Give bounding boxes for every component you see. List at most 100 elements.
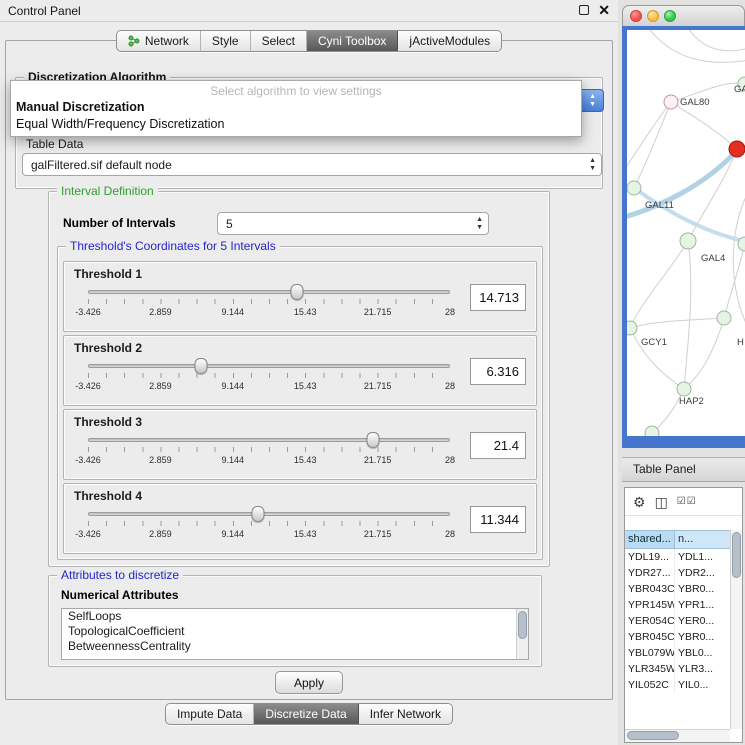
threshold-4-value[interactable]: 11.344 xyxy=(470,506,526,533)
float-icon[interactable] xyxy=(579,5,589,15)
tick-label: 21.715 xyxy=(364,455,392,465)
slider-thumb[interactable] xyxy=(252,506,265,522)
numerical-attributes-label: Numerical Attributes xyxy=(61,588,179,602)
cell[interactable]: YDR27... xyxy=(625,565,675,581)
network-window-titlebar[interactable] xyxy=(622,5,745,26)
edge[interactable] xyxy=(687,30,745,51)
node-label: H xyxy=(737,337,744,348)
tab-infer-network[interactable]: Infer Network xyxy=(359,704,452,724)
edge[interactable] xyxy=(733,190,745,330)
edge[interactable] xyxy=(630,241,688,328)
threshold-3-value[interactable]: 21.4 xyxy=(470,432,526,459)
column-header-shared-name[interactable]: shared... xyxy=(625,530,675,549)
node-gal80[interactable] xyxy=(664,95,678,109)
dropdown-option-manual[interactable]: Manual Discretization xyxy=(11,99,581,116)
network-canvas[interactable]: GAL80 GAL11 GAL4 GCY1 HAP2 GA H xyxy=(627,30,745,436)
tab-discretize-data[interactable]: Discretize Data xyxy=(254,704,358,724)
table-horizontal-scrollbar[interactable] xyxy=(625,729,730,742)
tab-cyni-toolbox[interactable]: Cyni Toolbox xyxy=(307,31,398,51)
node-hap2[interactable] xyxy=(677,382,691,396)
list-item[interactable]: SelfLoops xyxy=(62,609,528,624)
attributes-group: Attributes to discretize Numerical Attri… xyxy=(48,575,542,667)
table-panel-header[interactable]: Table Panel xyxy=(622,457,745,482)
tab-label: Style xyxy=(212,34,239,48)
select-all-icon[interactable]: ☑☑ xyxy=(677,495,697,509)
cell[interactable]: YIL052C xyxy=(625,677,675,693)
dropdown-hint: Select algorithm to view settings xyxy=(11,81,581,99)
node[interactable] xyxy=(717,311,731,325)
table-row[interactable]: YDR27...YDR2... xyxy=(625,565,742,581)
slider-thumb[interactable] xyxy=(290,284,303,300)
close-light-icon[interactable] xyxy=(630,10,642,22)
table-row[interactable]: YBR045CYBR0... xyxy=(625,629,742,645)
algorithm-dropdown-list: Select algorithm to view settings Manual… xyxy=(10,80,582,137)
slider-thumb[interactable] xyxy=(194,358,207,374)
tab-label: Select xyxy=(262,34,295,48)
scrollbar-thumb[interactable] xyxy=(732,532,741,578)
split-view-icon[interactable]: ◫ xyxy=(655,495,668,509)
edge[interactable] xyxy=(627,102,671,172)
apply-button[interactable]: Apply xyxy=(275,671,343,694)
threshold-4-slider[interactable] xyxy=(88,512,450,516)
tab-network[interactable]: Network xyxy=(117,31,201,51)
minimize-light-icon[interactable] xyxy=(647,10,659,22)
edge[interactable] xyxy=(688,149,737,241)
cell[interactable]: YBR045C xyxy=(625,629,675,645)
cell[interactable]: YDL19... xyxy=(625,549,675,565)
node-gcy1[interactable] xyxy=(627,321,637,335)
slider-thumb[interactable] xyxy=(367,432,380,448)
dropdown-option-equal-width[interactable]: Equal Width/Frequency Discretization xyxy=(11,116,581,133)
threshold-label: Threshold 1 xyxy=(74,267,142,281)
cell[interactable]: YER054C xyxy=(625,613,675,629)
table-row[interactable]: YBR043CYBR0... xyxy=(625,581,742,597)
threshold-1-slider[interactable] xyxy=(88,290,450,294)
table-row[interactable]: YPR145WYPR1... xyxy=(625,597,742,613)
zoom-light-icon[interactable] xyxy=(664,10,676,22)
table-row[interactable]: YIL052CYIL0... xyxy=(625,677,742,693)
tab-label: jActiveModules xyxy=(409,34,490,48)
tick-label: 9.144 xyxy=(222,381,245,391)
list-item[interactable]: TopologicalCoefficient xyxy=(62,624,528,639)
threshold-1-value[interactable]: 14.713 xyxy=(470,284,526,311)
tab-style[interactable]: Style xyxy=(201,31,251,51)
tick-label: 28 xyxy=(445,529,455,539)
list-scrollbar[interactable] xyxy=(516,609,528,659)
node-gal11[interactable] xyxy=(627,181,641,195)
threshold-3-slider[interactable] xyxy=(88,438,450,442)
node-selected[interactable] xyxy=(729,141,745,157)
gear-icon[interactable]: ⚙ xyxy=(633,495,646,509)
cell[interactable]: YBL079W xyxy=(625,645,675,661)
cell[interactable]: YLR345W xyxy=(625,661,675,677)
node[interactable] xyxy=(645,426,659,436)
edge[interactable] xyxy=(630,318,724,328)
table-row[interactable]: YLR345WYLR3... xyxy=(625,661,742,677)
edge[interactable] xyxy=(634,102,671,188)
scrollbar-thumb[interactable] xyxy=(518,611,527,639)
edge[interactable] xyxy=(671,102,737,149)
tab-impute-data[interactable]: Impute Data xyxy=(166,704,254,724)
interval-definition-group: Interval Definition Number of Intervals … xyxy=(48,191,550,567)
node-gal4[interactable] xyxy=(680,233,696,249)
table-data-combo[interactable]: galFiltered.sif default node ▲▼ xyxy=(22,153,602,176)
edge[interactable] xyxy=(684,318,724,389)
tick-label: 9.144 xyxy=(222,529,245,539)
table-row[interactable]: YDL19...YDL1... xyxy=(625,549,742,565)
scrollbar-thumb[interactable] xyxy=(627,731,679,740)
edge[interactable] xyxy=(647,30,745,62)
edge[interactable] xyxy=(684,241,691,389)
close-icon[interactable]: ✕ xyxy=(598,4,610,16)
table-panel-title: Table Panel xyxy=(633,462,696,476)
cell[interactable]: YPR145W xyxy=(625,597,675,613)
table-row[interactable]: YBL079WYBL0... xyxy=(625,645,742,661)
table-panel-window: ⚙ ◫ ☑☑ shared... n... YDL19...YDL1... YD… xyxy=(624,487,743,743)
list-item[interactable]: BetweennessCentrality xyxy=(62,639,528,654)
tab-jactivemodules[interactable]: jActiveModules xyxy=(398,31,501,51)
table-row[interactable]: YER054CYER0... xyxy=(625,613,742,629)
tick-label: 21.715 xyxy=(364,381,392,391)
threshold-2-slider[interactable] xyxy=(88,364,450,368)
threshold-2-value[interactable]: 6.316 xyxy=(470,358,526,385)
number-of-intervals-combo[interactable]: 5 ▲▼ xyxy=(217,212,489,235)
table-vertical-scrollbar[interactable] xyxy=(730,530,742,729)
tab-select[interactable]: Select xyxy=(251,31,307,51)
cell[interactable]: YBR043C xyxy=(625,581,675,597)
